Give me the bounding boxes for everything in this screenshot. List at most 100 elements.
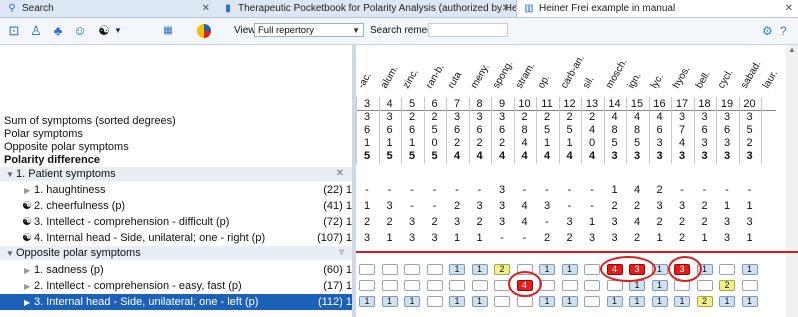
scrollbar[interactable]: ▲: [786, 45, 798, 317]
opposite-value-box[interactable]: 2: [494, 264, 510, 275]
opposite-value-box[interactable]: 2: [719, 280, 735, 291]
opposite-value-box[interactable]: 1: [539, 264, 555, 275]
expand-icon[interactable]: ▶: [24, 183, 34, 199]
opposite-value-box[interactable]: 1: [651, 280, 668, 291]
yin-yang-icon[interactable]: ☯: [96, 23, 112, 39]
opposite-value-box[interactable]: [719, 264, 735, 275]
opposite-value-box[interactable]: [359, 264, 375, 275]
opposite-value-box[interactable]: 1: [674, 296, 690, 307]
difference-value: 3: [656, 150, 663, 162]
gear-icon[interactable]: ⚙: [762, 24, 773, 38]
chevron-down-icon[interactable]: ▼: [114, 23, 122, 39]
scroll-up-icon[interactable]: ▲: [786, 45, 798, 57]
collapse-icon[interactable]: ▼: [6, 247, 16, 261]
remedy-name[interactable]: -ac.: [356, 71, 374, 91]
opposite-value-box[interactable]: [359, 280, 375, 291]
opposite-value-box[interactable]: [404, 264, 420, 275]
remedy-name[interactable]: spong.: [491, 59, 516, 91]
chart-settings-icon[interactable]: ▦: [160, 23, 176, 39]
head-icon[interactable]: ☺: [72, 23, 88, 39]
opposite-symptom-row[interactable]: ▶ 2. Intellect - comprehension - easy, fa…: [0, 278, 352, 294]
hierarchy-icon[interactable]: ⊡: [6, 23, 22, 39]
tree-icon[interactable]: ♣: [50, 23, 66, 39]
remedy-name[interactable]: cycl.: [716, 68, 736, 91]
remedy-name[interactable]: alum.: [379, 64, 401, 91]
opposite-value-box[interactable]: [381, 264, 398, 275]
symptom-row[interactable]: ☯ 2. cheerfulness (p) (41) 1: [0, 198, 352, 214]
expand-icon[interactable]: ▶: [24, 279, 34, 295]
opposite-value-box[interactable]: 1: [741, 296, 758, 307]
opposite-symptoms-group[interactable]: ▼ Opposite polar symptoms ▿: [0, 246, 352, 260]
opposite-value-box[interactable]: [696, 280, 713, 291]
opposite-value-box[interactable]: 1: [449, 296, 465, 307]
opposite-value-box[interactable]: 1: [359, 296, 375, 307]
opposite-value-box[interactable]: [404, 280, 420, 291]
opposite-symptom-row-selected[interactable]: ▶ 3. Internal head - Side, unilateral; on…: [0, 294, 352, 310]
remedy-name[interactable]: op.: [536, 73, 552, 91]
remedy-name[interactable]: hyos.: [671, 64, 692, 90]
opposite-value-box[interactable]: 1: [606, 296, 623, 307]
opposite-value-box[interactable]: 1: [404, 296, 420, 307]
opposite-value-box[interactable]: [516, 296, 533, 307]
opposite-value-box[interactable]: 1: [651, 296, 668, 307]
help-icon[interactable]: ?: [780, 24, 787, 38]
remedy-name[interactable]: ruta: [446, 70, 464, 90]
remedy-name[interactable]: mosch.: [604, 57, 630, 90]
filter-icon[interactable]: ▿: [339, 246, 344, 260]
tab-heiner-frei[interactable]: ▥ Heiner Frei example in manual ✕: [516, 0, 798, 17]
opposite-value-box[interactable]: 2: [696, 296, 713, 307]
opposite-value-box[interactable]: 1: [741, 264, 758, 275]
opposite-value-box[interactable]: [449, 280, 465, 291]
close-icon[interactable]: ✕: [336, 167, 344, 181]
opposite-value-box[interactable]: [471, 280, 488, 291]
opposite-value-box[interactable]: [561, 280, 578, 291]
remedy-name[interactable]: ran-b.: [424, 62, 447, 90]
patient-symptoms-group[interactable]: ▼ 1. Patient symptoms ✕: [0, 167, 352, 181]
close-icon[interactable]: ✕: [202, 0, 210, 17]
opposite-value-box[interactable]: [584, 296, 600, 307]
opposite-value-box[interactable]: [606, 280, 623, 291]
opposite-value-box[interactable]: 1: [719, 296, 735, 307]
views-dropdown[interactable]: Full repertory ▼: [254, 23, 364, 37]
opposite-value-box[interactable]: [741, 280, 758, 291]
collapse-icon[interactable]: ▼: [6, 168, 16, 182]
opposite-value-box[interactable]: 1: [449, 264, 465, 275]
opposite-value-box[interactable]: 1: [381, 296, 398, 307]
opposite-value-box[interactable]: [584, 280, 600, 291]
opposite-value-box[interactable]: [426, 264, 443, 275]
remedy-name[interactable]: meny.: [469, 62, 492, 90]
expand-icon[interactable]: ▶: [24, 263, 34, 279]
opposite-value-box[interactable]: [584, 264, 600, 275]
opposite-value-box[interactable]: 1: [471, 296, 488, 307]
remedy-name[interactable]: sil.: [581, 74, 597, 90]
remedy-name[interactable]: bell.: [694, 69, 713, 90]
symptom-row[interactable]: ☯ 3. Intellect - comprehension - difficul…: [0, 214, 352, 230]
close-icon[interactable]: ✕: [502, 0, 510, 17]
opposite-value-box[interactable]: [426, 296, 443, 307]
close-icon[interactable]: ✕: [785, 0, 793, 17]
opposite-value-box[interactable]: 1: [629, 296, 645, 307]
symptom-value: -: [702, 184, 707, 196]
pie-chart-icon[interactable]: [196, 23, 212, 39]
expand-icon[interactable]: ▶: [24, 295, 34, 311]
opposite-value-box[interactable]: [494, 296, 510, 307]
opposite-value-box[interactable]: 1: [471, 264, 488, 275]
search-remedy-input[interactable]: [428, 23, 508, 37]
remedy-name[interactable]: stram.: [514, 61, 537, 91]
opposite-value-box[interactable]: 1: [539, 296, 555, 307]
opposite-value-box[interactable]: [426, 280, 443, 291]
remedy-name[interactable]: laur.: [761, 69, 780, 91]
tab-search[interactable]: ⚲ Search ✕: [0, 0, 216, 17]
remedy-name[interactable]: zinc.: [401, 67, 421, 90]
person-icon[interactable]: ♙: [28, 23, 44, 39]
opposite-value-box[interactable]: 1: [561, 264, 578, 275]
opposite-symptom-row[interactable]: ▶ 1. sadness (p) (60) 1: [0, 262, 352, 278]
symptom-row[interactable]: ▶ 1. haughtiness (22) 1: [0, 182, 352, 198]
remedy-name[interactable]: lyc.: [649, 72, 666, 90]
symptom-row[interactable]: ☯ 4. Internal head - Side, unilateral; on…: [0, 230, 352, 246]
opposite-value-box[interactable]: [381, 280, 398, 291]
opposite-value-box[interactable]: 1: [561, 296, 578, 307]
tab-pocketbook[interactable]: ▮ Therapeutic Pocketbook for Polarity Ana…: [216, 0, 516, 17]
remedy-name[interactable]: ign.: [626, 71, 644, 90]
remedy-name[interactable]: sabad.: [739, 59, 764, 91]
